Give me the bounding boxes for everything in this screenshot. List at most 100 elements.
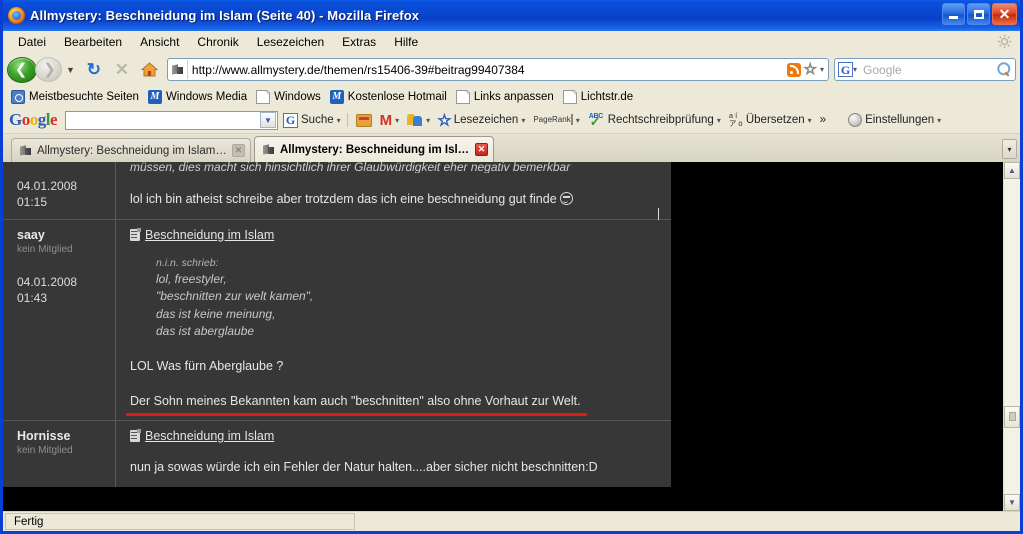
google-wallet-button[interactable] [351, 113, 375, 127]
rss-feed-icon[interactable] [786, 62, 801, 77]
google-overflow-button[interactable]: » [815, 114, 829, 126]
search-input[interactable]: Google [857, 63, 997, 77]
bookmark-label: Meistbesuchte Seiten [29, 90, 139, 103]
stop-button[interactable]: ✕ [109, 57, 135, 83]
close-button[interactable]: ✕ [992, 3, 1017, 25]
bookmark-item-hotmail[interactable]: M Kostenlose Hotmail [328, 89, 454, 104]
chevron-down-icon[interactable]: ▾ [937, 116, 941, 125]
menu-extras[interactable]: Extras [333, 33, 385, 51]
menu-chronik[interactable]: Chronik [188, 33, 247, 51]
toolbar-divider [346, 113, 348, 127]
post-title-link[interactable]: Beschneidung im Islam [145, 429, 274, 443]
back-button[interactable]: ❮ [7, 56, 37, 83]
forum-thread: 04.01.2008 01:15 müssen, dies macht sich… [3, 162, 671, 487]
google-uebersetzen-label: Übersetzen [745, 114, 805, 126]
chevron-down-icon[interactable]: ▾ [337, 116, 341, 125]
bookmark-item-windows[interactable]: Windows [254, 89, 328, 104]
url-bar-actions: ☆ ▾ [786, 62, 826, 78]
navigation-toolbar: ❮ ❯ ▼ ↻ ✕ http://www.allmystery.de/theme… [3, 53, 1020, 86]
url-text[interactable]: http://www.allmystery.de/themen/rs15406-… [192, 63, 787, 77]
scrollbar-grip [1008, 412, 1016, 422]
tab-active[interactable]: Allmystery: Beschneidung im Isla... ✕ [254, 136, 494, 162]
menu-bearbeiten[interactable]: Bearbeiten [55, 33, 131, 51]
google-einstellungen-button[interactable]: Einstellungen ▾ [843, 113, 944, 127]
bookmark-item-meistbesuchte[interactable]: Meistbesuchte Seiten [9, 89, 146, 104]
chevron-down-icon[interactable]: ▾ [808, 116, 812, 125]
google-search-input[interactable]: ▼ [65, 110, 279, 130]
post-title: Beschneidung im Islam [130, 429, 657, 443]
post-text: nun ja sowas würde ich ein Fehler der Na… [130, 460, 598, 475]
post-title-link[interactable]: Beschneidung im Islam [145, 228, 274, 242]
google-logo: Google [9, 110, 58, 129]
firefox-logo-icon [8, 7, 25, 24]
post-text: LOL Was fürn Aberglaube ? [130, 359, 284, 374]
menu-ansicht[interactable]: Ansicht [131, 33, 188, 51]
url-bar[interactable]: http://www.allmystery.de/themen/rs15406-… [166, 58, 829, 81]
scroll-up-button[interactable]: ▲ [1004, 162, 1020, 179]
bookmark-star-icon[interactable]: ☆ [803, 62, 817, 78]
minimize-button[interactable] [942, 3, 965, 25]
bookmark-item-windows-media[interactable]: M Windows Media [146, 89, 254, 104]
search-bar[interactable]: G ▾ Google [834, 58, 1016, 81]
scrollbar-thumb[interactable] [1004, 405, 1020, 428]
forum-post: 04.01.2008 01:15 müssen, dies macht sich… [3, 162, 671, 228]
search-magnifier-icon[interactable] [994, 59, 1015, 80]
post-sidebar: 04.01.2008 01:15 [3, 162, 116, 219]
post-author-rank: kein Mitglied [17, 445, 73, 457]
tab-bar: Allmystery: Beschneidung im Islam (Seit.… [3, 134, 1020, 162]
url-dropdown-icon[interactable]: ▾ [820, 65, 824, 74]
chevron-down-icon[interactable]: ▾ [521, 116, 525, 125]
settings-ball-icon [848, 113, 863, 127]
google-suche-button[interactable]: G Suche ▾ [278, 112, 344, 128]
chevron-down-icon[interactable]: ▾ [717, 116, 721, 125]
google-toolbar: Google ▼ G Suche ▾ M ▾ ▾ ★ Lesezeichen ▾… [3, 107, 1020, 134]
google-sharing-button[interactable]: ▾ [402, 113, 433, 127]
tab-favicon [20, 145, 32, 157]
google-einstellungen-label: Einstellungen [865, 114, 935, 126]
google-uebersetzen-button[interactable]: a íア ö Übersetzen ▾ [724, 112, 815, 128]
chevron-down-icon[interactable]: ▾ [395, 116, 399, 125]
post-line: lol ich bin atheist schreibe aber trotzd… [130, 192, 557, 206]
windows-media-icon: M [147, 89, 162, 104]
title-bar: Allmystery: Beschneidung im Islam (Seite… [3, 0, 1020, 31]
menu-hilfe[interactable]: Hilfe [385, 33, 427, 51]
post-title: Beschneidung im Islam [130, 227, 657, 242]
menu-datei[interactable]: Datei [9, 33, 55, 51]
forward-button[interactable]: ❯ [35, 57, 62, 82]
google-gmail-button[interactable]: M ▾ [375, 113, 403, 128]
home-button[interactable] [137, 57, 163, 83]
menu-lesezeichen[interactable]: Lesezeichen [248, 33, 333, 51]
bookmark-item-links-anpassen[interactable]: Links anpassen [454, 89, 561, 104]
scroll-down-button[interactable]: ▼ [1004, 494, 1020, 511]
chevron-down-icon[interactable]: ▾ [426, 116, 430, 125]
tab-list-all-button[interactable]: ▾ [1002, 139, 1017, 159]
history-dropdown-button[interactable]: ▼ [64, 65, 79, 75]
post-text-underlined: Der Sohn meines Bekannten kam auch "besc… [126, 393, 657, 417]
tab-close-icon[interactable]: ✕ [232, 144, 245, 157]
star-icon: ★ [438, 112, 452, 128]
underlined-text: Der Sohn meines Bekannten kam auch "besc… [130, 393, 581, 408]
maximize-button[interactable] [967, 3, 990, 25]
vertical-scrollbar[interactable]: ▲ ▼ [1003, 162, 1020, 511]
bookmark-item-lichtstr[interactable]: Lichtstr.de [561, 89, 640, 104]
post-time: 01:43 [17, 290, 48, 305]
tab-inactive[interactable]: Allmystery: Beschneidung im Islam (Seit.… [11, 138, 251, 162]
home-icon [141, 62, 159, 77]
google-pagerank-button[interactable]: PageRank ▾ [528, 113, 582, 125]
chevron-down-icon[interactable]: ▾ [576, 116, 580, 125]
gear-icon[interactable] [997, 34, 1012, 49]
gmail-icon: M [379, 111, 393, 129]
google-rechtschreibpruefung-button[interactable]: ABC ✓ Rechtschreibprüfung ▾ [583, 113, 724, 128]
google-search-dropdown-icon[interactable]: ▼ [260, 112, 277, 128]
translate-icon: a íア ö [728, 111, 743, 128]
google-lesezeichen-button[interactable]: ★ Lesezeichen ▾ [433, 112, 528, 128]
search-engine-icon[interactable]: G [838, 62, 853, 77]
browser-window: Allmystery: Beschneidung im Islam (Seite… [0, 0, 1023, 534]
document-icon [256, 89, 271, 104]
tab-label: Allmystery: Beschneidung im Isla... [280, 143, 470, 156]
tab-close-icon[interactable]: ✕ [475, 143, 488, 156]
post-author: saay [17, 227, 45, 242]
reload-button[interactable]: ↻ [81, 57, 107, 83]
scrollbar-track[interactable] [1004, 179, 1020, 494]
page-viewport: 04.01.2008 01:15 müssen, dies macht sich… [3, 162, 1020, 511]
